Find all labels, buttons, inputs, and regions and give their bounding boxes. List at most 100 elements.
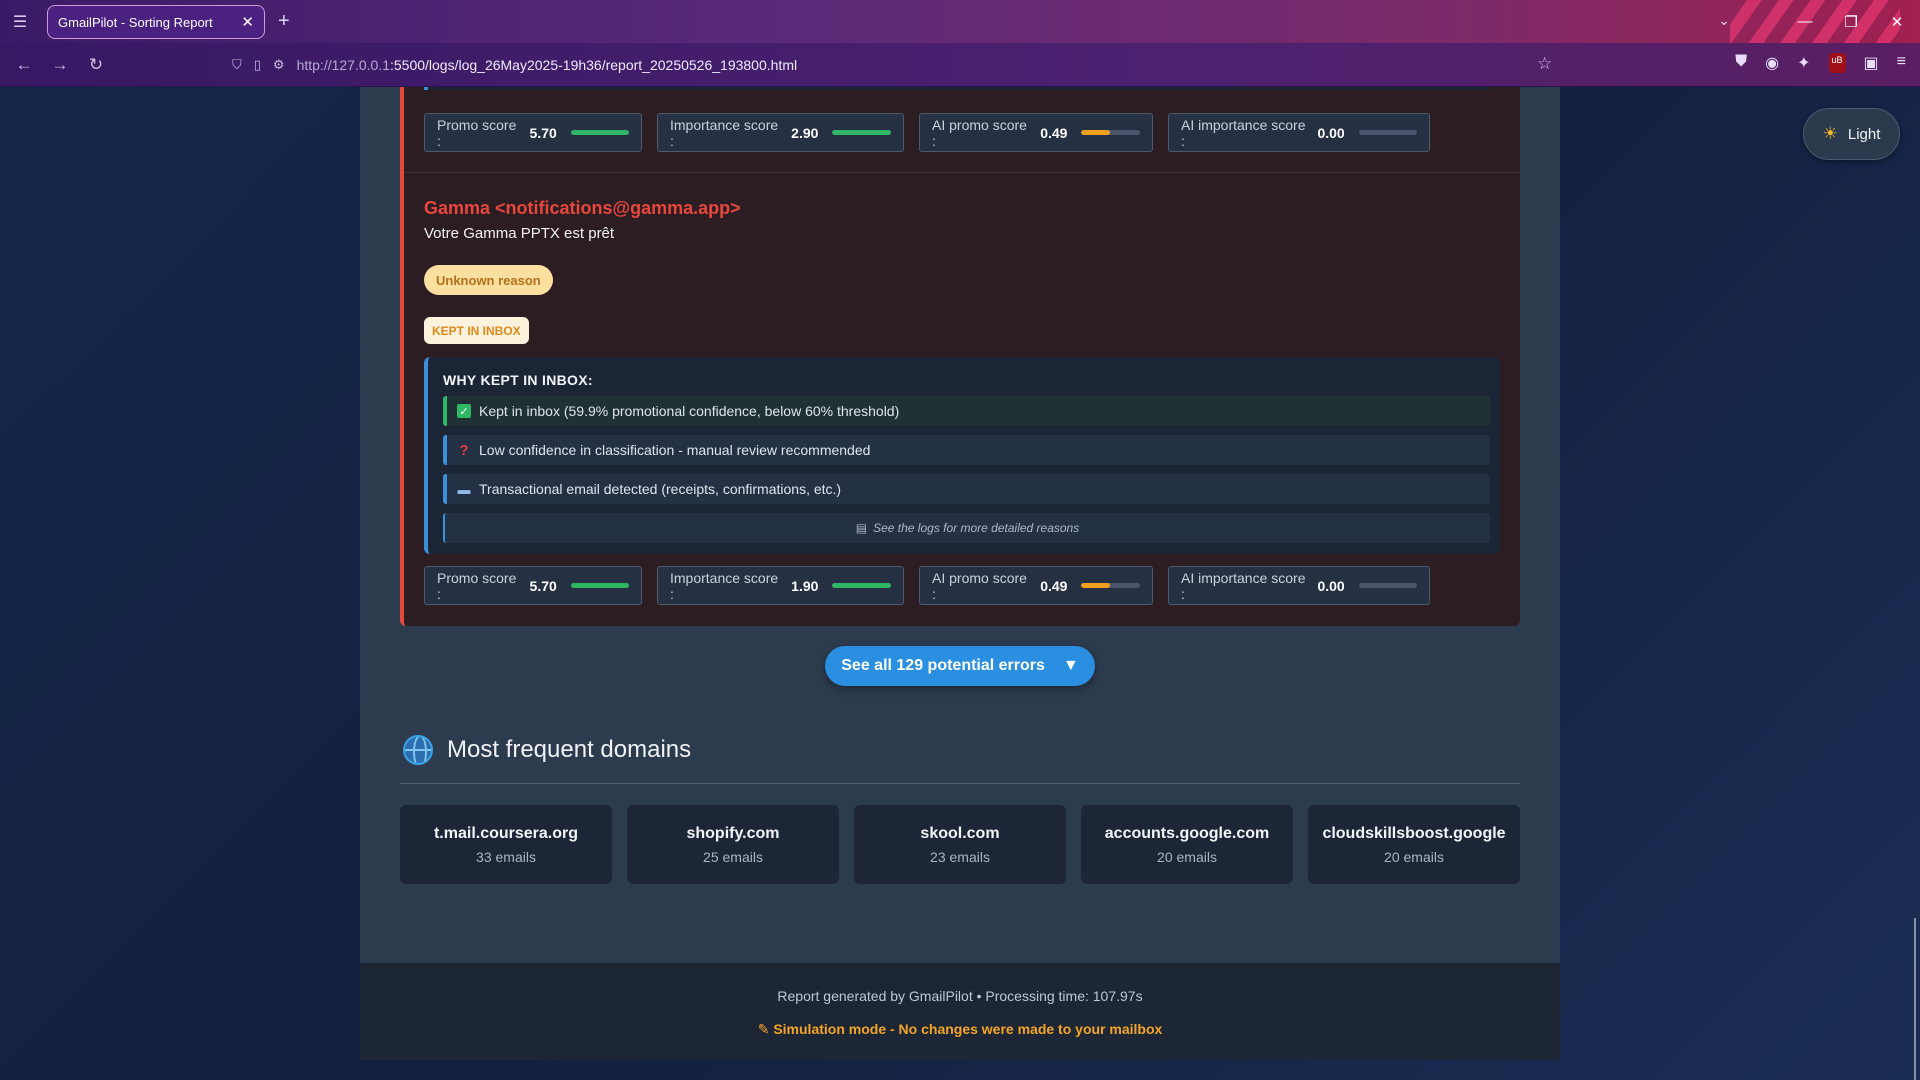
- previous-score-row: Promo score : 5.70 Importance score : 2.…: [424, 113, 1430, 152]
- score-bar: [1081, 130, 1140, 135]
- score-label: AI importance score :: [1181, 116, 1306, 149]
- back-icon[interactable]: ←: [6, 55, 42, 75]
- score-bar: [832, 583, 891, 588]
- score-label: Promo score :: [437, 569, 517, 602]
- why-kept-title: WHY KEPT IN INBOX:: [443, 372, 593, 388]
- score-bar-fill: [570, 583, 629, 588]
- restore-icon[interactable]: ❐: [1828, 13, 1874, 31]
- tab-overflow-icon[interactable]: ⌄: [1718, 12, 1730, 29]
- why-item: ? Low confidence in classification - man…: [443, 435, 1490, 465]
- scrollbar-thumb[interactable]: [1914, 918, 1916, 1080]
- ublock-icon[interactable]: uB: [1828, 53, 1846, 73]
- url-host: http://127.0.0.1: [296, 57, 390, 73]
- shield-icon[interactable]: ⛉: [232, 57, 242, 73]
- theme-toggle-label: Light: [1847, 125, 1881, 143]
- reload-icon[interactable]: ↻: [78, 55, 114, 75]
- reason-badge: Unknown reason: [424, 265, 553, 295]
- score-value: 1.90: [791, 577, 819, 594]
- score-label: AI promo score :: [932, 569, 1027, 602]
- email-sender: Gamma <notifications@gamma.app>: [424, 198, 741, 218]
- toolbar-extensions: ⛊ ◉ ✦ uB ▣ ≡: [1735, 53, 1906, 73]
- status-badge: KEPT IN INBOX: [424, 317, 529, 344]
- browser-tab-active[interactable]: GmailPilot - Sorting Report ✕: [47, 5, 265, 39]
- domain-name: shopify.com: [686, 824, 780, 842]
- previous-why-box-edge: [424, 87, 1490, 90]
- importance-score-chip: Importance score : 1.90: [657, 566, 904, 605]
- tab-title: GmailPilot - Sorting Report: [58, 14, 213, 30]
- report-footer: Report generated by GmailPilot • Process…: [360, 963, 1560, 1060]
- permissions-icon[interactable]: ⚙: [273, 57, 285, 73]
- new-tab-icon[interactable]: +: [278, 10, 290, 33]
- score-value: 0.00: [1317, 124, 1345, 141]
- domain-card: skool.com 23 emails: [854, 805, 1066, 884]
- why-logs-note: ▤ See the logs for more detailed reasons: [443, 513, 1490, 543]
- domain-name: accounts.google.com: [1104, 824, 1270, 842]
- minimize-icon[interactable]: —: [1782, 13, 1828, 30]
- tab-list-icon[interactable]: ☰: [0, 0, 40, 43]
- domain-count: 25 emails: [703, 848, 763, 865]
- why-logs-note-text: See the logs for more detailed reasons: [873, 521, 1080, 535]
- score-label: Promo score :: [437, 116, 517, 149]
- ai-promo-score-chip: AI promo score : 0.49: [919, 113, 1153, 152]
- score-label: AI promo score :: [932, 116, 1027, 149]
- why-item-text: Kept in inbox (59.9% promotional confide…: [479, 403, 900, 419]
- domain-name: cloudskillsboost.google: [1322, 824, 1506, 842]
- bookmark-star-icon[interactable]: ☆: [1537, 54, 1552, 74]
- promo-score-chip: Promo score : 5.70: [424, 113, 642, 152]
- domain-card: shopify.com 25 emails: [627, 805, 839, 884]
- domain-count: 33 emails: [476, 848, 536, 865]
- score-bar: [1358, 583, 1417, 588]
- url-path: :5500/logs/log_26May2025-19h36/report_20…: [389, 57, 798, 73]
- why-item-text: Low confidence in classification - manua…: [479, 442, 871, 458]
- extensions-icon[interactable]: ✦: [1797, 53, 1810, 73]
- footer-generated: Report generated by GmailPilot • Process…: [777, 988, 1143, 1004]
- clipboard-icon: ▤: [855, 521, 868, 535]
- domain-name: skool.com: [920, 824, 1000, 842]
- score-bar: [570, 130, 629, 135]
- browser-nav-bar: ← → ↻ ⛉ ▯ ⚙ http://127.0.0.1:5500/logs/l…: [0, 43, 1920, 87]
- extension-icon[interactable]: ▣: [1864, 53, 1879, 73]
- account-icon[interactable]: ◉: [1765, 53, 1779, 73]
- card-icon: ▬: [457, 481, 471, 497]
- close-window-icon[interactable]: ✕: [1874, 13, 1920, 31]
- window-controls: — ❐ ✕: [1782, 0, 1920, 43]
- importance-score-chip: Importance score : 2.90: [657, 113, 904, 152]
- pocket-icon[interactable]: ⛊: [1735, 53, 1747, 73]
- see-all-errors-button[interactable]: See all 129 potential errors ▼: [825, 646, 1095, 686]
- domain-card: t.mail.coursera.org 33 emails: [400, 805, 612, 884]
- score-bar-fill: [1081, 130, 1111, 135]
- chevron-down-icon: ▼: [1062, 657, 1079, 674]
- footer-simulation-text: Simulation mode - No changes were made t…: [773, 1021, 1163, 1037]
- page-info-icon[interactable]: ▯: [254, 57, 261, 73]
- score-bar-fill: [832, 583, 891, 588]
- score-label: AI importance score :: [1181, 569, 1306, 602]
- domain-card: accounts.google.com 20 emails: [1081, 805, 1293, 884]
- question-icon: ?: [459, 441, 469, 459]
- why-item: ✓ Kept in inbox (59.9% promotional confi…: [443, 396, 1490, 426]
- score-bar: [1081, 583, 1140, 588]
- domain-count: 20 emails: [1384, 848, 1444, 865]
- globe-icon: [403, 735, 433, 765]
- email-subject: Votre Gamma PPTX est prêt: [424, 225, 615, 242]
- domain-count: 20 emails: [1157, 848, 1217, 865]
- close-tab-icon[interactable]: ✕: [241, 13, 254, 31]
- pencil-icon: ✎: [757, 1021, 770, 1037]
- url-text[interactable]: http://127.0.0.1:5500/logs/log_26May2025…: [297, 57, 798, 73]
- address-bar[interactable]: ⛉ ▯ ⚙ http://127.0.0.1:5500/logs/log_26M…: [232, 51, 1552, 79]
- score-value: 5.70: [529, 577, 557, 594]
- score-value: 0.49: [1040, 577, 1068, 594]
- theme-toggle-button[interactable]: ☀ Light: [1803, 108, 1900, 160]
- score-bar: [1358, 130, 1417, 135]
- ai-importance-score-chip: AI importance score : 0.00: [1168, 113, 1430, 152]
- domains-title: Most frequent domains: [447, 736, 692, 763]
- score-row: Promo score : 5.70 Importance score : 1.…: [424, 566, 1430, 605]
- sun-icon: ☀: [1822, 124, 1838, 143]
- why-item-text: Transactional email detected (receipts, …: [479, 481, 842, 497]
- score-bar: [570, 583, 629, 588]
- menu-icon[interactable]: ≡: [1897, 53, 1906, 73]
- domains-header: Most frequent domains: [403, 735, 691, 765]
- see-all-label: See all 129 potential errors: [841, 657, 1045, 674]
- forward-icon[interactable]: →: [42, 55, 78, 75]
- domain-name: t.mail.coursera.org: [433, 824, 579, 842]
- score-value: 0.49: [1040, 124, 1068, 141]
